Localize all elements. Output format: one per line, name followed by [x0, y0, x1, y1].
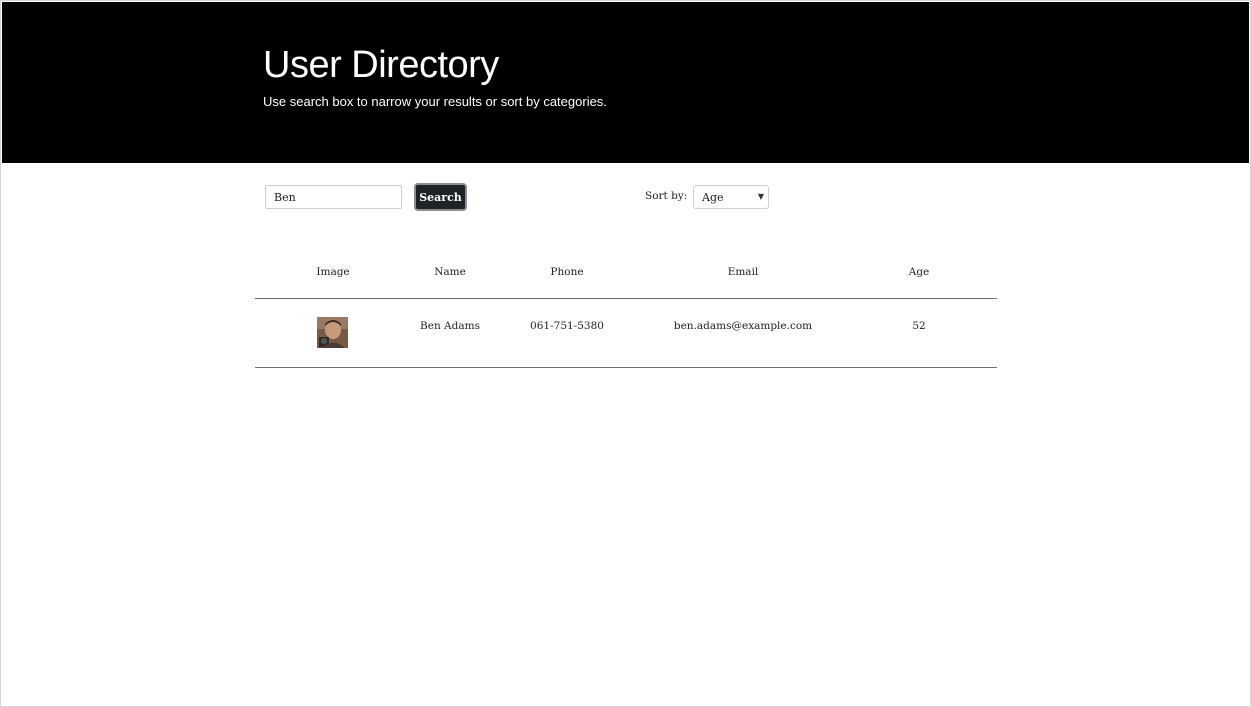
search-button[interactable]: Search	[414, 183, 467, 211]
table-header-divider	[255, 298, 997, 299]
avatar	[317, 317, 348, 348]
sort-label: Sort by:	[645, 190, 688, 202]
page-title: User Directory	[263, 44, 499, 86]
column-header-email[interactable]: Email	[703, 265, 783, 279]
cell-name: Ben Adams	[420, 320, 480, 332]
sort-select[interactable]: Age ▼	[693, 185, 769, 209]
sort-selected-value: Age	[702, 190, 724, 204]
cell-age: 52	[912, 320, 926, 332]
cell-email: ben.adams@example.com	[673, 320, 813, 332]
cell-phone: 061-751-5380	[530, 320, 604, 332]
table-row-divider	[255, 367, 997, 368]
page-header	[2, 2, 1249, 163]
page-subtitle: Use search box to narrow your results or…	[263, 94, 607, 109]
avatar-image	[317, 317, 348, 348]
column-header-name[interactable]: Name	[410, 265, 490, 279]
column-header-age[interactable]: Age	[889, 265, 949, 279]
column-header-image[interactable]: Image	[302, 265, 364, 279]
search-input[interactable]	[265, 185, 402, 209]
column-header-phone[interactable]: Phone	[527, 265, 607, 279]
chevron-down-icon: ▼	[757, 192, 764, 201]
